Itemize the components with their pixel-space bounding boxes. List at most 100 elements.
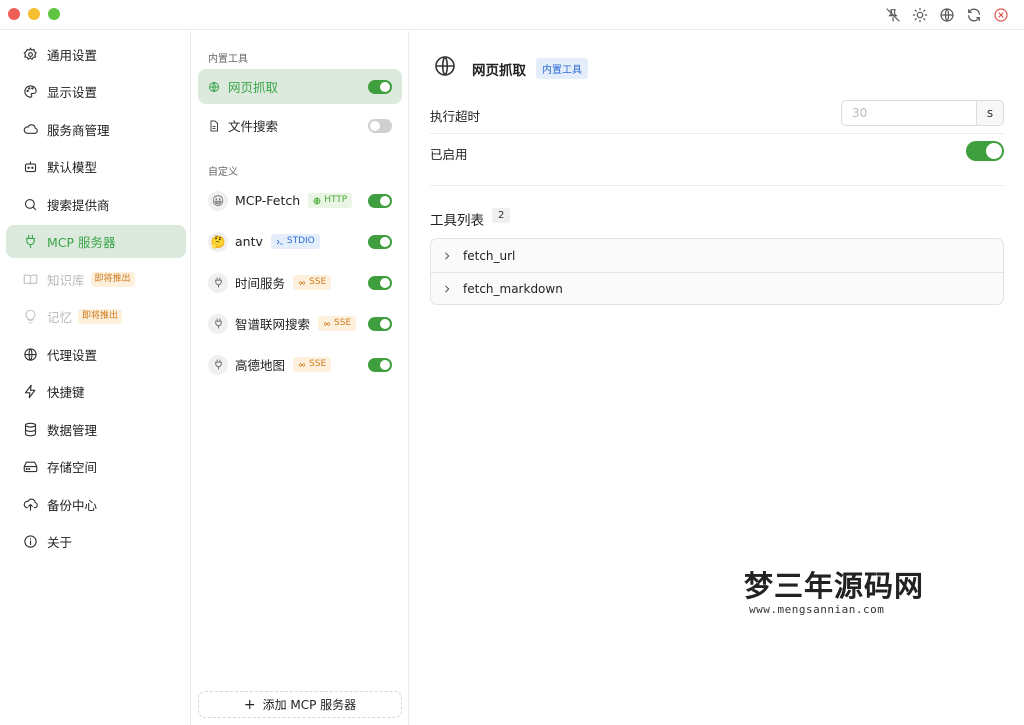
plug-icon (208, 272, 228, 293)
plug-icon (23, 234, 38, 249)
radio-wave-icon (299, 362, 305, 367)
transport-tag: SSE (293, 357, 332, 372)
sidebar-item-storage[interactable]: 存储空间 (6, 450, 186, 483)
server-item-zhipu-search[interactable]: 智谱联网搜索 SSE (198, 306, 402, 341)
sidebar-item-general[interactable]: 通用设置 (6, 38, 186, 71)
sidebar-item-data[interactable]: 数据管理 (6, 413, 186, 446)
terminal-icon (276, 239, 283, 244)
server-name: 网页抓取 (228, 80, 279, 95)
sidebar-item-about[interactable]: 关于 (6, 525, 186, 558)
transport-tag: STDIO (270, 234, 320, 249)
radio-wave-icon (299, 280, 305, 285)
server-avatar: 😀 (208, 190, 228, 211)
add-mcp-server-button[interactable]: + 添加 MCP 服务器 (198, 691, 402, 718)
server-enable-toggle[interactable] (368, 234, 392, 249)
globe-icon (23, 347, 38, 362)
sun-icon[interactable] (912, 7, 928, 23)
tools-count-badge: 2 (492, 208, 511, 223)
globe-icon (208, 81, 220, 93)
server-item-web-fetch[interactable]: 网页抓取 (198, 69, 402, 104)
info-icon (23, 534, 38, 549)
sidebar-item-label: 服务商管理 (47, 123, 110, 138)
server-name: 智谱联网搜索 (235, 317, 311, 332)
coming-soon-badge: 即将推出 (78, 309, 123, 324)
sidebar-item-default-model[interactable]: 默认模型 (6, 150, 186, 183)
radio-wave-icon (324, 321, 330, 326)
sidebar-item-label: 搜索提供商 (47, 198, 110, 213)
sidebar-item-label: 知识库 (47, 273, 85, 288)
plug-icon (208, 313, 228, 334)
server-name: antv (235, 234, 263, 249)
window-close-button[interactable] (8, 8, 20, 20)
transport-tag: SSE (318, 316, 357, 331)
section-label-builtin: 内置工具 (208, 54, 248, 65)
database-icon (23, 422, 38, 437)
tool-item-fetch-markdown[interactable]: fetch_markdown (431, 272, 1003, 304)
sidebar-item-label: 显示设置 (47, 85, 98, 100)
timeout-label: 执行超时 (430, 109, 481, 124)
settings-sidebar: 通用设置 显示设置 服务商管理 默认模型 搜索提供商 MCP 服务器 知识库 即… (0, 31, 191, 725)
title-bar (0, 0, 1024, 30)
sidebar-item-search-providers[interactable]: 搜索提供商 (6, 188, 186, 221)
divider (430, 185, 1004, 186)
window-minimize-button[interactable] (28, 8, 40, 20)
server-enable-toggle[interactable] (368, 357, 392, 372)
sidebar-item-memory: 记忆 即将推出 (6, 300, 186, 333)
tools-title: 工具列表 (430, 213, 484, 229)
server-enable-toggle[interactable] (368, 79, 392, 94)
hard-drive-icon (23, 459, 38, 474)
sidebar-item-label: 存储空间 (47, 460, 98, 475)
sidebar-item-backup[interactable]: 备份中心 (6, 488, 186, 521)
sidebar-item-label: 备份中心 (47, 498, 98, 513)
server-item-mcp-fetch[interactable]: 😀 MCP-Fetch HTTP (198, 183, 402, 218)
timeout-unit: s (976, 100, 1004, 126)
window-maximize-button[interactable] (48, 8, 60, 20)
server-enable-toggle[interactable] (368, 275, 392, 290)
transport-tag: HTTP (308, 193, 353, 208)
tool-item-fetch-url[interactable]: fetch_url (431, 239, 1003, 272)
globe-icon[interactable] (939, 7, 955, 23)
sidebar-item-label: 数据管理 (47, 423, 98, 438)
server-enable-toggle[interactable] (368, 316, 392, 331)
server-name: MCP-Fetch (235, 193, 301, 208)
sidebar-item-shortcuts[interactable]: 快捷键 (6, 375, 186, 408)
server-item-amap[interactable]: 高德地图 SSE (198, 347, 402, 382)
sidebar-item-label: 快捷键 (47, 385, 85, 400)
timeout-input[interactable]: 30 (841, 100, 977, 126)
server-enable-toggle[interactable] (368, 193, 392, 208)
server-name: 文件搜索 (228, 119, 279, 134)
globe-icon (433, 54, 457, 78)
book-icon (23, 272, 38, 287)
coming-soon-badge: 即将推出 (90, 272, 135, 287)
cloud-upload-icon (23, 497, 38, 512)
mcp-server-list: 内置工具 网页抓取 文件搜索 自定义 😀 MCP-Fetch HTTP 🤔 an… (191, 31, 409, 725)
close-circle-icon[interactable] (993, 7, 1009, 23)
pin-off-icon[interactable] (885, 7, 901, 23)
watermark: 梦三年源码网 www.mengsannian.com (744, 563, 924, 616)
sidebar-item-providers[interactable]: 服务商管理 (6, 113, 186, 146)
detail-title: 网页抓取 (472, 63, 526, 79)
server-item-file-search[interactable]: 文件搜索 (198, 108, 402, 143)
globe-icon (313, 197, 321, 204)
search-icon (23, 197, 38, 212)
section-label-custom: 自定义 (208, 167, 238, 178)
enabled-toggle[interactable] (966, 141, 1004, 161)
builtin-badge: 内置工具 (536, 58, 588, 79)
lightning-icon (23, 384, 38, 399)
server-name: 时间服务 (235, 276, 286, 291)
sidebar-item-label: 关于 (47, 535, 73, 550)
cloud-icon (23, 122, 38, 137)
bulb-icon (23, 309, 38, 324)
sidebar-item-mcp-servers[interactable]: MCP 服务器 (6, 225, 186, 258)
server-avatar: 🤔 (208, 231, 228, 252)
server-enable-toggle[interactable] (368, 118, 392, 133)
server-item-time-service[interactable]: 时间服务 SSE (198, 265, 402, 300)
sidebar-item-label: MCP 服务器 (47, 235, 116, 250)
sidebar-item-knowledge-base: 知识库 即将推出 (6, 263, 186, 296)
sidebar-item-proxy[interactable]: 代理设置 (6, 338, 186, 371)
sidebar-item-label: 通用设置 (47, 48, 98, 63)
file-icon (208, 120, 220, 132)
refresh-icon[interactable] (966, 7, 982, 23)
sidebar-item-display[interactable]: 显示设置 (6, 75, 186, 108)
server-item-antv[interactable]: 🤔 antv STDIO (198, 224, 402, 259)
